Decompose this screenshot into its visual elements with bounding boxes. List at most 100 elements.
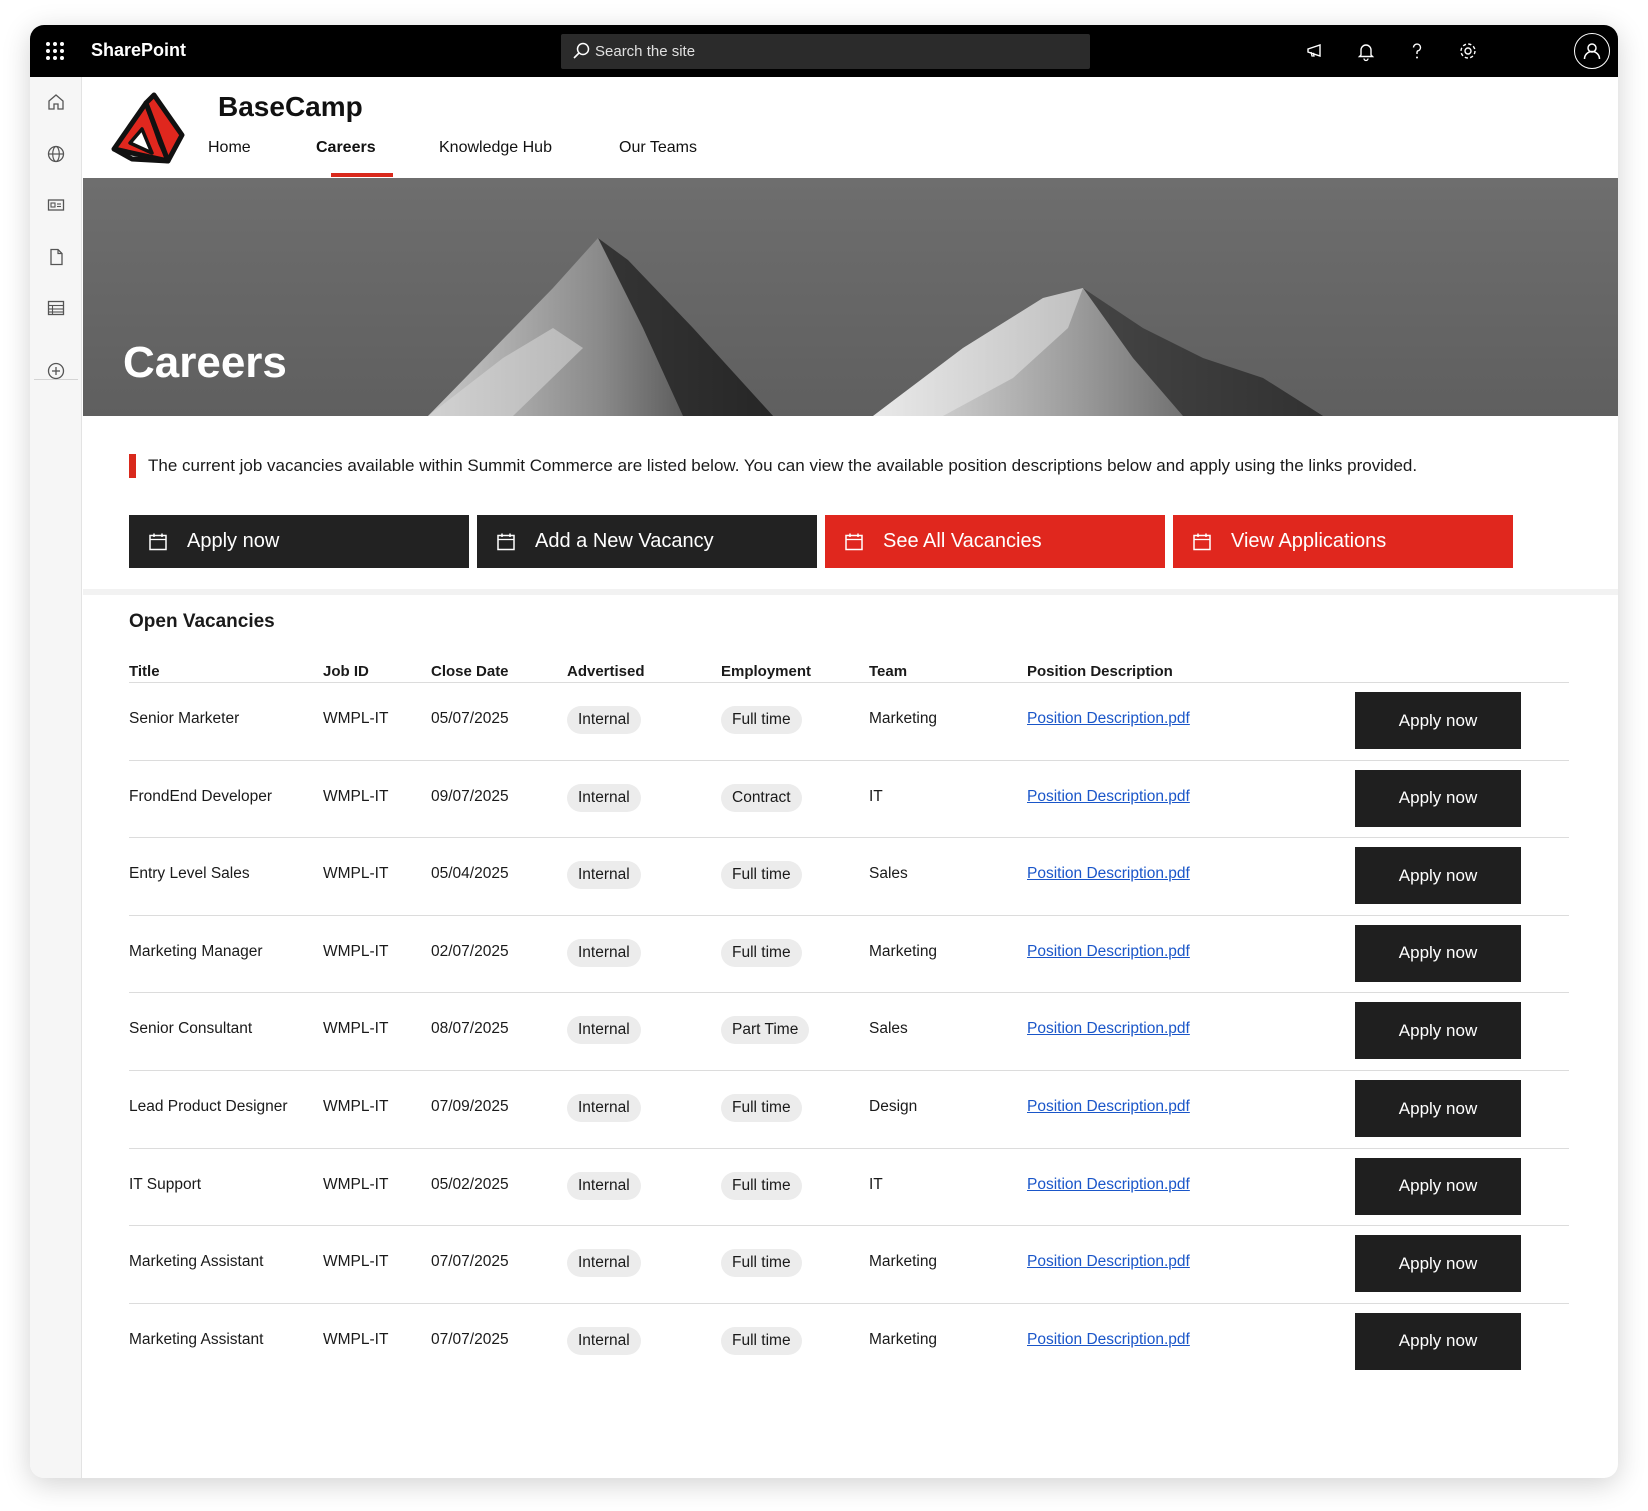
row-divider bbox=[129, 759, 1569, 761]
col-job-id[interactable]: Job ID bbox=[323, 663, 369, 680]
nav-home[interactable]: Home bbox=[208, 139, 251, 157]
search-box[interactable] bbox=[561, 34, 1090, 69]
apply-now-action-button[interactable]: Apply now bbox=[129, 515, 469, 568]
action-label: Add a New Vacancy bbox=[535, 530, 714, 552]
app-brand[interactable]: SharePoint bbox=[91, 40, 186, 61]
avatar-icon[interactable] bbox=[1574, 33, 1610, 69]
advertised-badge: Internal bbox=[567, 1171, 641, 1200]
help-icon[interactable] bbox=[1405, 39, 1429, 63]
row-close-date: 05/04/2025 bbox=[431, 865, 509, 883]
app-bar bbox=[30, 77, 82, 1478]
advertised-badge: Internal bbox=[567, 706, 641, 734]
employment-badge: Full time bbox=[721, 1094, 802, 1122]
news-icon[interactable] bbox=[45, 194, 67, 216]
position-description-link[interactable]: Position Description.pdf bbox=[1027, 1098, 1190, 1116]
see-all-vacancies-button[interactable]: See All Vacancies bbox=[825, 515, 1165, 568]
advertised-badge: Internal bbox=[567, 861, 641, 890]
action-label: View Applications bbox=[1231, 530, 1387, 552]
row-title: Marketing Manager bbox=[129, 942, 263, 960]
globe-icon[interactable] bbox=[45, 143, 67, 165]
col-title[interactable]: Title bbox=[129, 663, 160, 680]
row-apply-now-button[interactable]: Apply now bbox=[1355, 1080, 1521, 1137]
row-divider bbox=[129, 914, 1569, 916]
row-apply-now-button[interactable]: Apply now bbox=[1355, 847, 1521, 905]
advertised-badge: Internal bbox=[567, 783, 641, 812]
row-close-date: 05/07/2025 bbox=[431, 710, 509, 727]
row-apply-now-button[interactable]: Apply now bbox=[1355, 1157, 1521, 1215]
bell-icon[interactable] bbox=[1354, 39, 1378, 63]
hero-title: Careers bbox=[123, 338, 287, 387]
nav-knowledge-hub[interactable]: Knowledge Hub bbox=[439, 139, 552, 157]
position-description-link[interactable]: Position Description.pdf bbox=[1027, 1176, 1190, 1194]
row-title: Marketing Assistant bbox=[129, 1330, 264, 1348]
search-input[interactable] bbox=[595, 34, 1075, 69]
advertised-badge: Internal bbox=[567, 938, 641, 967]
row-divider bbox=[129, 1070, 1569, 1071]
row-team: Marketing bbox=[869, 1330, 938, 1348]
advertised-badge: Internal bbox=[567, 1094, 641, 1122]
col-close-date[interactable]: Close Date bbox=[431, 663, 509, 680]
position-description-link[interactable]: Position Description.pdf bbox=[1027, 1253, 1190, 1271]
position-description-link[interactable]: Position Description.pdf bbox=[1027, 865, 1190, 883]
view-applications-button[interactable]: View Applications bbox=[1173, 515, 1513, 568]
row-title: FrondEnd Developer bbox=[129, 787, 273, 805]
row-apply-now-button[interactable]: Apply now bbox=[1355, 1002, 1521, 1060]
row-team: Marketing bbox=[869, 1253, 938, 1271]
row-title: Marketing Assistant bbox=[129, 1253, 264, 1271]
employment-badge: Full time bbox=[721, 1171, 802, 1200]
site-logo[interactable] bbox=[108, 91, 188, 176]
position-description-link[interactable]: Position Description.pdf bbox=[1027, 1020, 1190, 1038]
vacancies-title: Open Vacancies bbox=[129, 611, 275, 632]
gear-icon[interactable] bbox=[1456, 39, 1480, 63]
megaphone-icon[interactable] bbox=[1304, 39, 1328, 63]
nav-active-indicator bbox=[331, 173, 393, 177]
nav-our-teams[interactable]: Our Teams bbox=[619, 139, 697, 157]
list-icon[interactable] bbox=[45, 297, 67, 319]
row-apply-now-button[interactable]: Apply now bbox=[1355, 1235, 1521, 1293]
position-description-link[interactable]: Position Description.pdf bbox=[1027, 1331, 1190, 1349]
row-job-id: WMPL-IT bbox=[323, 787, 389, 805]
calendar-icon bbox=[495, 531, 517, 553]
row-apply-now-button[interactable]: Apply now bbox=[1355, 769, 1521, 827]
row-job-id: WMPL-IT bbox=[323, 865, 389, 883]
row-close-date: 07/07/2025 bbox=[431, 1330, 509, 1348]
mountains-image bbox=[83, 178, 1618, 416]
row-title: Lead Product Designer bbox=[129, 1098, 288, 1115]
row-title: IT Support bbox=[129, 1175, 202, 1193]
nav-careers[interactable]: Careers bbox=[316, 139, 376, 157]
advertised-badge: Internal bbox=[567, 1326, 641, 1355]
row-divider bbox=[129, 992, 1569, 994]
section-divider bbox=[83, 589, 1618, 595]
col-position-description[interactable]: Position Description bbox=[1027, 663, 1173, 680]
waffle-icon[interactable] bbox=[46, 42, 64, 60]
position-description-link[interactable]: Position Description.pdf bbox=[1027, 943, 1190, 961]
row-job-id: WMPL-IT bbox=[323, 1330, 389, 1348]
row-job-id: WMPL-IT bbox=[323, 1175, 389, 1193]
row-team: Marketing bbox=[869, 942, 938, 960]
calendar-icon bbox=[147, 531, 169, 553]
position-description-link[interactable]: Position Description.pdf bbox=[1027, 710, 1190, 728]
sharepoint-window: SharePoint Search the site BaseCamp Home… bbox=[30, 25, 1618, 1478]
row-divider bbox=[129, 682, 1569, 683]
row-divider bbox=[129, 1225, 1569, 1227]
row-close-date: 07/07/2025 bbox=[431, 1253, 509, 1271]
add-vacancy-button[interactable]: Add a New Vacancy bbox=[477, 515, 817, 568]
search-icon bbox=[571, 41, 591, 66]
col-team[interactable]: Team bbox=[869, 663, 907, 680]
employment-badge: Full time bbox=[721, 1326, 802, 1355]
add-icon[interactable] bbox=[45, 360, 67, 382]
employment-badge: Full time bbox=[721, 1249, 802, 1278]
row-apply-now-button[interactable]: Apply now bbox=[1355, 1312, 1521, 1370]
col-employment[interactable]: Employment bbox=[721, 663, 811, 680]
employment-badge: Contract bbox=[721, 783, 802, 812]
col-advertised[interactable]: Advertised bbox=[567, 663, 645, 680]
row-apply-now-button[interactable]: Apply now bbox=[1355, 692, 1521, 749]
home-icon[interactable] bbox=[45, 91, 67, 113]
position-description-link[interactable]: Position Description.pdf bbox=[1027, 788, 1190, 806]
row-apply-now-button[interactable]: Apply now bbox=[1355, 924, 1521, 982]
row-title: Senior Marketer bbox=[129, 710, 240, 727]
row-close-date: 09/07/2025 bbox=[431, 787, 509, 805]
hero-banner: Careers bbox=[83, 178, 1618, 416]
file-icon[interactable] bbox=[45, 246, 67, 268]
site-title[interactable]: BaseCamp bbox=[218, 91, 363, 123]
